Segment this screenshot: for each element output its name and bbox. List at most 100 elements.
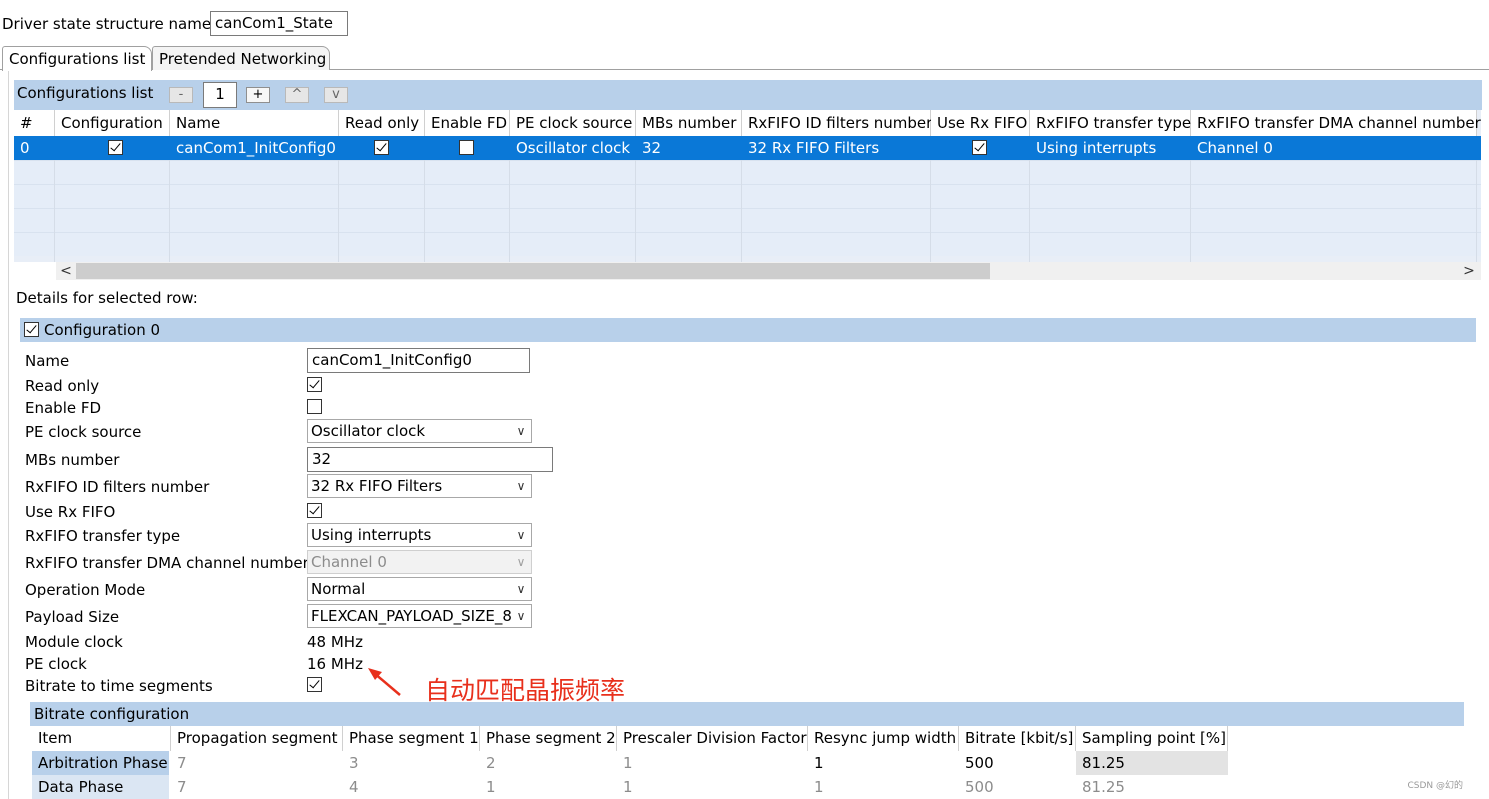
col-header-rxfifo-dma-channel[interactable]: RxFIFO transfer DMA channel number bbox=[1191, 110, 1481, 136]
payload-size-select[interactable]: FLEXCAN_PAYLOAD_SIZE_8 ∨ bbox=[307, 604, 532, 628]
bitrate-cell: 1 bbox=[486, 778, 496, 796]
cell-use-rx-fifo-checkbox[interactable] bbox=[972, 140, 987, 155]
col-header-index[interactable]: # bbox=[14, 110, 55, 136]
read-only-checkbox[interactable] bbox=[307, 377, 322, 392]
rxfifo-transfer-type-select[interactable]: Using interrupts ∨ bbox=[307, 523, 532, 547]
bitrate-cell: 3 bbox=[349, 754, 359, 772]
annotation-arrow-icon bbox=[368, 668, 401, 696]
table-row: Data Phase 7 4 1 1 1 500 81.25 bbox=[32, 775, 1228, 799]
use-rx-fifo-checkbox[interactable] bbox=[307, 503, 322, 518]
bitrate-cell: 2 bbox=[486, 754, 496, 772]
bitrate-row-item: Arbitration Phase bbox=[32, 751, 169, 775]
rxfifo-id-filters-value: 32 Rx FIFO Filters bbox=[311, 477, 443, 495]
cell-enable-fd-checkbox[interactable] bbox=[459, 140, 474, 155]
pe-clock-source-select[interactable]: Oscillator clock ∨ bbox=[307, 419, 532, 443]
read-only-label: Read only bbox=[25, 377, 100, 395]
cell-rxfifo-transfer-type: Using interrupts bbox=[1036, 139, 1157, 157]
rxfifo-transfer-type-value: Using interrupts bbox=[311, 526, 432, 544]
cell-configuration-checkbox[interactable] bbox=[108, 140, 123, 155]
col-header-rxfifo-transfer-type[interactable]: RxFIFO transfer type bbox=[1030, 110, 1191, 136]
cell-name: canCom1_InitConfig0 bbox=[176, 139, 336, 157]
tab-pretended-networking[interactable]: Pretended Networking bbox=[152, 46, 330, 70]
bitrate-cell: 7 bbox=[177, 754, 187, 772]
bitrate-col-sampling[interactable]: Sampling point [%] bbox=[1076, 726, 1228, 751]
bitrate-col-phase2[interactable]: Phase segment 2 bbox=[480, 726, 617, 751]
bitrate-to-segments-checkbox[interactable] bbox=[307, 677, 322, 692]
chevron-down-icon: ∨ bbox=[516, 479, 526, 493]
configuration-group-checkbox[interactable] bbox=[24, 322, 39, 337]
cell-rxfifo-dma-channel: Channel 0 bbox=[1197, 139, 1273, 157]
chevron-down-icon: ∨ bbox=[516, 609, 526, 623]
name-label: Name bbox=[25, 352, 70, 370]
bitrate-row-item: Data Phase bbox=[32, 775, 169, 799]
driver-state-label: Driver state structure name bbox=[2, 15, 212, 33]
col-header-configuration[interactable]: Configuration bbox=[55, 110, 170, 136]
module-clock-value: 48 MHz bbox=[307, 633, 363, 651]
remove-config-button[interactable]: - bbox=[169, 87, 193, 103]
tab-configurations-list[interactable]: Configurations list bbox=[2, 46, 152, 71]
configuration-group-title: Configuration 0 bbox=[44, 321, 161, 339]
bitrate-col-propagation[interactable]: Propagation segment bbox=[171, 726, 343, 751]
mbs-number-input[interactable]: 32 bbox=[307, 447, 553, 472]
cell-mbs-number: 32 bbox=[642, 139, 662, 157]
bitrate-col-phase1[interactable]: Phase segment 1 bbox=[343, 726, 480, 751]
config-table: # Configuration Name Read only Enable FD… bbox=[14, 110, 1481, 262]
table-row-empty bbox=[14, 208, 1481, 232]
bitrate-cell: 1 bbox=[623, 754, 633, 772]
table-row-empty bbox=[14, 184, 1481, 208]
table-row-selected[interactable]: 0 canCom1_InitConfig0 Oscillator clock 3… bbox=[14, 136, 1481, 160]
config-list-title: Configurations list bbox=[17, 84, 154, 102]
use-rx-fifo-label: Use Rx FIFO bbox=[25, 503, 116, 521]
scroll-left-icon[interactable]: < bbox=[57, 262, 75, 280]
col-header-enable-fd[interactable]: Enable FD bbox=[425, 110, 510, 136]
bitrate-config-header bbox=[30, 702, 1464, 726]
scrollbar-thumb[interactable] bbox=[76, 263, 990, 279]
name-input[interactable]: canCom1_InitConfig0 bbox=[307, 348, 530, 373]
module-clock-label: Module clock bbox=[25, 633, 123, 651]
rxfifo-id-filters-select[interactable]: 32 Rx FIFO Filters ∨ bbox=[307, 474, 532, 498]
add-config-button[interactable]: + bbox=[246, 87, 270, 103]
bitrate-col-item[interactable]: Item bbox=[32, 726, 171, 751]
bitrate-cell[interactable]: 1 bbox=[808, 751, 824, 775]
cell-index: 0 bbox=[20, 139, 30, 157]
col-header-read-only[interactable]: Read only bbox=[339, 110, 425, 136]
col-header-mbs-number[interactable]: MBs number bbox=[636, 110, 742, 136]
bitrate-col-resync[interactable]: Resync jump width bbox=[808, 726, 959, 751]
operation-mode-select[interactable]: Normal ∨ bbox=[307, 577, 532, 601]
payload-size-value: FLEXCAN_PAYLOAD_SIZE_8 bbox=[311, 607, 512, 625]
rxfifo-id-filters-label: RxFIFO ID filters number bbox=[25, 478, 210, 496]
bitrate-cell[interactable]: 1 bbox=[808, 775, 824, 799]
rxfifo-transfer-type-label: RxFIFO transfer type bbox=[25, 527, 181, 545]
chevron-down-icon: ∨ bbox=[516, 582, 526, 596]
bitrate-to-segments-label: Bitrate to time segments bbox=[25, 677, 213, 695]
driver-state-input[interactable]: canCom1_State bbox=[210, 11, 348, 36]
chevron-down-icon: ∨ bbox=[516, 555, 526, 569]
rxfifo-dma-channel-label: RxFIFO transfer DMA channel number bbox=[25, 554, 309, 572]
mbs-number-label: MBs number bbox=[25, 451, 120, 469]
chevron-down-icon: ∨ bbox=[516, 424, 526, 438]
pe-clock-source-value: Oscillator clock bbox=[311, 422, 426, 440]
bitrate-col-bitrate[interactable]: Bitrate [kbit/s] bbox=[959, 726, 1076, 751]
rxfifo-dma-channel-select[interactable]: Channel 0 ∨ bbox=[307, 550, 532, 574]
config-count-field[interactable]: 1 bbox=[203, 82, 237, 108]
bitrate-cell: 7 bbox=[177, 778, 187, 796]
enable-fd-label: Enable FD bbox=[25, 399, 102, 417]
col-header-rxfifo-id-filters[interactable]: RxFIFO ID filters number bbox=[742, 110, 932, 136]
col-header-use-rx-fifo[interactable]: Use Rx FIFO bbox=[931, 110, 1030, 136]
table-row-empty bbox=[14, 160, 1481, 184]
bitrate-col-prescaler[interactable]: Prescaler Division Factor bbox=[617, 726, 808, 751]
configuration-group-header bbox=[20, 318, 1476, 342]
move-down-button[interactable]: v bbox=[324, 87, 348, 103]
cell-read-only-checkbox[interactable] bbox=[374, 140, 389, 155]
enable-fd-checkbox[interactable] bbox=[307, 399, 322, 414]
col-header-pe-clock-source[interactable]: PE clock source bbox=[510, 110, 636, 136]
bitrate-cell[interactable]: 500 bbox=[959, 751, 994, 775]
col-header-name[interactable]: Name bbox=[170, 110, 339, 136]
move-up-button[interactable]: ^ bbox=[285, 87, 309, 103]
operation-mode-value: Normal bbox=[311, 580, 366, 598]
scroll-right-icon[interactable]: > bbox=[1460, 262, 1478, 280]
bitrate-cell[interactable]: 500 bbox=[959, 775, 994, 799]
table-row: Arbitration Phase 7 3 2 1 1 500 81.25 bbox=[32, 751, 1228, 775]
horizontal-scrollbar[interactable] bbox=[56, 262, 1481, 280]
chevron-down-icon: ∨ bbox=[516, 528, 526, 542]
